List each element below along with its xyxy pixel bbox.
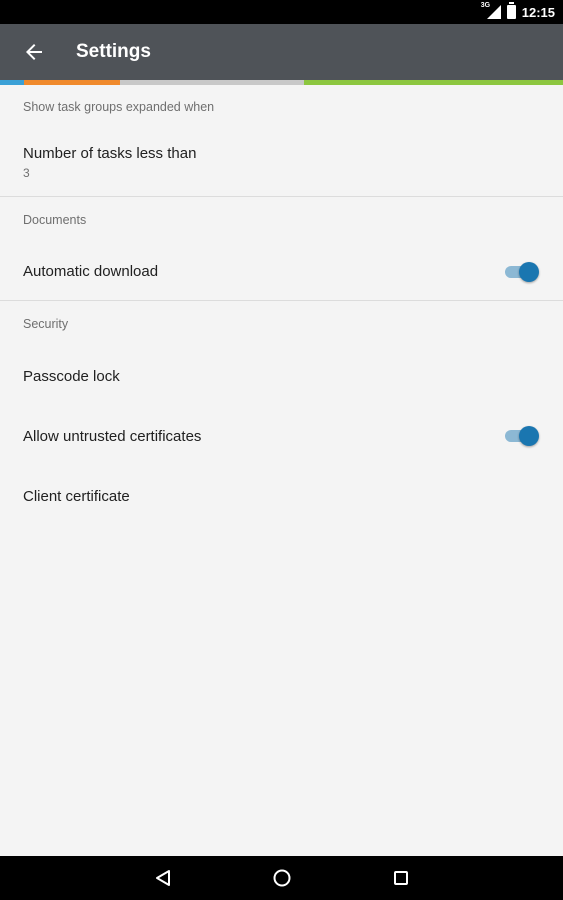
setting-label: Passcode lock <box>23 367 120 385</box>
section-header-documents: Documents <box>23 213 87 227</box>
battery-icon <box>506 2 516 19</box>
setting-client-certificate[interactable]: Client certificate <box>0 467 563 525</box>
page-title: Settings <box>76 41 151 62</box>
automatic-download-switch[interactable] <box>505 261 539 282</box>
section-header-task-groups: Show task groups expanded when <box>23 100 215 114</box>
setting-label: Automatic download <box>23 263 159 280</box>
section-header-security: Security <box>23 317 69 331</box>
setting-label: Allow untrusted certificates <box>23 427 202 445</box>
setting-value: 3 <box>23 166 30 180</box>
setting-automatic-download[interactable]: Automatic download <box>0 243 563 300</box>
untrusted-certificates-switch[interactable] <box>505 426 539 446</box>
setting-passcode-lock[interactable]: Passcode lock <box>0 347 563 405</box>
navigation-bar <box>0 856 563 900</box>
settings-list: Show task groups expanded when Number of… <box>0 85 563 525</box>
setting-label: Client certificate <box>23 487 130 505</box>
status-time: 12:15 <box>521 4 555 20</box>
arrow-back-icon[interactable] <box>22 40 46 64</box>
cellular-signal-icon: 3G <box>481 2 501 19</box>
nav-recents-icon[interactable] <box>389 866 413 890</box>
status-bar: 3G 12:15 <box>0 0 563 24</box>
setting-allow-untrusted-certificates[interactable]: Allow untrusted certificates <box>0 405 563 467</box>
nav-back-icon[interactable] <box>151 866 175 890</box>
setting-number-of-tasks[interactable]: Number of tasks less than 3 <box>0 129 563 196</box>
nav-home-icon[interactable] <box>270 866 294 890</box>
setting-label: Number of tasks less than <box>23 145 197 162</box>
app-bar: Settings <box>0 24 563 80</box>
